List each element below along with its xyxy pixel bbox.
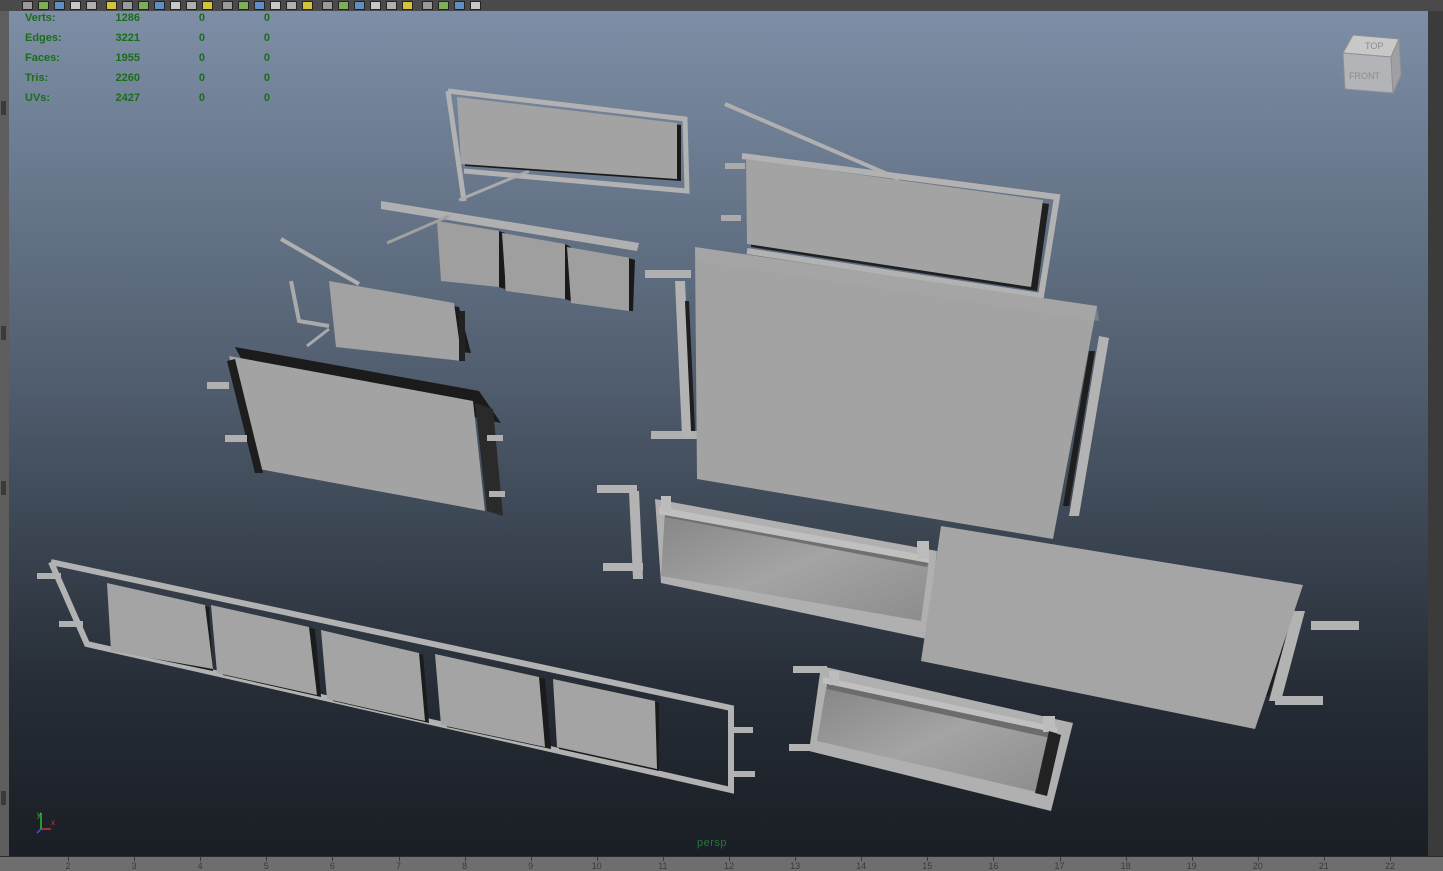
- xray-icon[interactable]: [402, 1, 413, 10]
- bounding-box-icon[interactable]: [254, 1, 265, 10]
- right-panel-edge: [1428, 11, 1443, 856]
- hud-value-total: 2260: [115, 72, 140, 84]
- hud-value-components: 0: [263, 92, 270, 104]
- sign-bank-triple[interactable]: [381, 201, 639, 311]
- hud-value-components: 0: [263, 12, 270, 24]
- camera-attributes-icon[interactable]: [106, 1, 117, 10]
- hud-value-selected: 0: [198, 92, 205, 104]
- hud-value-total: 1955: [115, 52, 140, 64]
- xray-joints-icon[interactable]: [438, 1, 449, 10]
- snapshot-icon[interactable]: [38, 1, 49, 10]
- viewcube-front-label[interactable]: FRONT: [1349, 71, 1380, 81]
- safe-title-icon[interactable]: [202, 1, 213, 10]
- view-cube[interactable]: TOP FRONT: [1339, 29, 1409, 107]
- sign-panel-lower-right[interactable]: [921, 526, 1359, 729]
- film-gate-icon[interactable]: [122, 1, 133, 10]
- xray-active-icon[interactable]: [454, 1, 465, 10]
- sign-recessed-lower[interactable]: [789, 666, 1073, 811]
- hud-value-components: 0: [263, 72, 270, 84]
- backface-icon[interactable]: [470, 1, 481, 10]
- axis-y-label: y: [37, 810, 41, 819]
- resolution-gate-icon[interactable]: [138, 1, 149, 10]
- perspective-viewport[interactable]: Verts: 1286 0 0 Edges: 3221 0 0 Faces: 1955 0 0 Tris…: [9, 11, 1428, 856]
- safe-action-icon[interactable]: [186, 1, 197, 10]
- camera-name-label: persp: [697, 837, 728, 849]
- hud-value-selected: 0: [198, 32, 205, 44]
- hud-value-selected: 0: [198, 72, 205, 84]
- depth-of-field-icon[interactable]: [386, 1, 397, 10]
- ambient-occlusion-icon[interactable]: [338, 1, 349, 10]
- render-icon[interactable]: [54, 1, 65, 10]
- strip-handle[interactable]: [1, 326, 6, 340]
- viewport-toolbar: [0, 0, 1443, 11]
- bookmark-icon[interactable]: [86, 1, 97, 10]
- lights-icon[interactable]: [302, 1, 313, 10]
- axis-z-line: [36, 828, 42, 834]
- sign-rack-long[interactable]: [37, 559, 755, 794]
- hud-value-total: 1286: [115, 12, 140, 24]
- axis-gizmo: x y: [36, 810, 55, 834]
- wireframe-icon[interactable]: [222, 1, 233, 10]
- hud-value-components: 0: [263, 32, 270, 44]
- hud-value-selected: 0: [198, 52, 205, 64]
- gate-mask-icon[interactable]: [154, 1, 165, 10]
- sign-frame-top-center[interactable]: [445, 88, 690, 202]
- flat-shade-icon[interactable]: [270, 1, 281, 10]
- motion-blur-icon[interactable]: [354, 1, 365, 10]
- hud-value-components: 0: [263, 52, 270, 64]
- hud-value-selected: 0: [198, 12, 205, 24]
- hud-value-total: 2427: [115, 92, 140, 104]
- strip-handle[interactable]: [1, 101, 6, 115]
- isolate-select-icon[interactable]: [422, 1, 433, 10]
- sign-panel-mid-left[interactable]: [207, 347, 505, 516]
- time-slider[interactable]: 2 3 4 5 6 7 8 9 10 11 12 13 14 15 16 17 18 19 20 21 22: [0, 856, 1443, 871]
- strip-handle[interactable]: [1, 481, 6, 495]
- grid-icon[interactable]: [70, 1, 81, 10]
- anti-alias-icon[interactable]: [370, 1, 381, 10]
- viewcube-top-label[interactable]: TOP: [1365, 41, 1383, 51]
- camera-icon[interactable]: [22, 1, 33, 10]
- scene-geometry[interactable]: [9, 11, 1428, 856]
- shadows-icon[interactable]: [322, 1, 333, 10]
- textured-icon[interactable]: [286, 1, 297, 10]
- hud-value-total: 3221: [115, 32, 140, 44]
- field-chart-icon[interactable]: [170, 1, 181, 10]
- strip-handle[interactable]: [1, 791, 6, 805]
- axis-x-label: x: [51, 818, 55, 827]
- smooth-shade-icon[interactable]: [238, 1, 249, 10]
